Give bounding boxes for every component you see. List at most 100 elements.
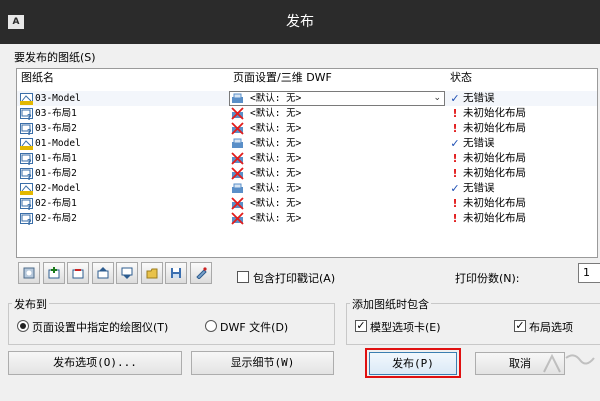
sheet-name: 01-Model	[35, 138, 81, 149]
sheet-row[interactable]: 01-Model <默认: 无> ✓ 无错误	[17, 136, 597, 151]
plot-stamp-settings-button[interactable]	[189, 262, 212, 284]
plotter-error-icon	[231, 212, 244, 225]
sheet-list[interactable]: 图纸名 页面设置/三维 DWF 状态 03-Model ⌄ <默认: 无> ✓ 无错误?…	[16, 68, 598, 258]
sheet-name: 03-布局2	[35, 123, 77, 134]
sheet-row[interactable]: ? 02-布局2 <默认: 无>! 未初始化布局	[17, 211, 597, 226]
layout-tab-checkbox[interactable]: ✓	[514, 320, 526, 332]
sheet-row[interactable]: ? 01-布局1 <默认: 无>! 未初始化布局	[17, 151, 597, 166]
sheet-name: 01-布局1	[35, 153, 77, 164]
check-icon: ✓	[450, 92, 460, 105]
layout-sheet-icon: ?	[20, 153, 33, 165]
check-icon: ✓	[450, 182, 460, 195]
sheet-row[interactable]: ? 02-布局1 <默认: 无>! 未初始化布局	[17, 196, 597, 211]
model-sheet-icon	[20, 93, 33, 105]
radio-plotter[interactable]	[17, 320, 29, 332]
plotter-ok-icon	[232, 183, 243, 193]
sheet-name: 02-布局1	[35, 198, 77, 209]
plotter-error-icon	[231, 167, 244, 180]
window-title: 发布	[286, 14, 314, 30]
layout-sheet-icon: ?	[20, 168, 33, 180]
error-icon: !	[452, 212, 458, 225]
include-stamp-checkbox[interactable]	[237, 271, 249, 283]
move-up-button[interactable]	[91, 262, 114, 284]
radio-dwf[interactable]	[205, 320, 217, 332]
title-bar[interactable]: A 发布	[0, 0, 600, 44]
layout-tab-label[interactable]: 布局选项	[529, 319, 573, 335]
plot-stamp-settings-icon	[195, 267, 207, 279]
include-when-adding-title: 添加图纸时包含	[350, 296, 431, 312]
error-icon: !	[452, 107, 458, 120]
include-stamp-label: 包含打印戳记(A)	[253, 272, 336, 285]
move-down-button[interactable]	[116, 262, 138, 284]
layout-sheet-icon: ?	[20, 108, 33, 120]
show-details-button[interactable]: 显示细节(W)	[191, 351, 334, 375]
watermark-logo-icon	[543, 353, 595, 373]
remove-sheets-button[interactable]	[67, 262, 89, 284]
chevron-down-icon[interactable]: ⌄	[433, 92, 441, 105]
svg-text:?: ?	[27, 218, 32, 225]
sheets-section-label: 要发布的图纸(S)	[14, 51, 96, 64]
sheet-name: 02-Model	[35, 183, 81, 194]
copies-label: 打印份数(N):	[455, 272, 520, 285]
sheet-status: 未初始化布局	[463, 212, 526, 224]
add-sheets-button[interactable]	[42, 262, 65, 284]
column-header-setup[interactable]: 页面设置/三维 DWF	[229, 69, 444, 87]
model-tab-label[interactable]: 模型选项卡(E)	[370, 319, 441, 335]
sheet-row[interactable]: 03-Model ⌄ <默认: 无> ✓ 无错误	[17, 91, 597, 106]
sheet-status: 无错误	[463, 92, 495, 104]
column-header-name[interactable]: 图纸名	[17, 69, 229, 87]
remove-sheets-icon	[72, 269, 84, 279]
error-icon: !	[452, 197, 458, 210]
load-list-button[interactable]	[140, 262, 163, 284]
sheet-status: 无错误	[463, 137, 495, 149]
sheet-name: 03-布局1	[35, 108, 77, 119]
sheet-status: 未初始化布局	[463, 107, 526, 119]
move-up-icon	[97, 267, 108, 279]
page-setup-value: <默认: 无>	[250, 183, 302, 194]
model-tab-checkbox[interactable]: ✓	[355, 320, 367, 332]
sheet-name: 01-布局2	[35, 168, 77, 179]
sheet-row[interactable]: ? 01-布局2 <默认: 无>! 未初始化布局	[17, 166, 597, 181]
sheet-name: 03-Model	[35, 93, 81, 104]
save-list-icon	[171, 268, 181, 278]
radio-dwf-label[interactable]: DWF 文件(D)	[220, 319, 288, 335]
preview-button[interactable]	[18, 262, 40, 284]
add-sheets-icon	[48, 267, 59, 279]
layout-sheet-icon: ?	[20, 198, 33, 210]
sheet-row[interactable]: ? 03-布局1 <默认: 无>! 未初始化布局	[17, 106, 597, 121]
plotter-error-icon	[231, 122, 244, 135]
page-setup-value: <默认: 无>	[250, 168, 302, 179]
preview-icon	[23, 267, 35, 279]
error-icon: !	[452, 152, 458, 165]
model-sheet-icon	[20, 138, 33, 150]
plotter-error-icon	[231, 107, 244, 120]
radio-selected-dot	[20, 323, 26, 329]
model-sheet-icon	[20, 183, 33, 195]
page-setup-value: <默认: 无>	[250, 153, 302, 164]
error-icon: !	[452, 122, 458, 135]
page-setup-value[interactable]: <默认: 无>	[250, 91, 301, 106]
sheet-row[interactable]: 02-Model <默认: 无> ✓ 无错误	[17, 181, 597, 196]
page-setup-value: <默认: 无>	[250, 123, 302, 134]
svg-text:?: ?	[27, 203, 32, 210]
copies-input[interactable]: 1	[578, 263, 600, 283]
save-list-button[interactable]	[165, 262, 187, 284]
plotter-error-icon	[231, 152, 244, 165]
publish-button-highlight	[365, 348, 461, 378]
svg-text:?: ?	[27, 128, 32, 135]
svg-text:?: ?	[27, 173, 32, 180]
column-header-status[interactable]: 状态	[446, 69, 596, 87]
page-setup-value: <默认: 无>	[250, 213, 302, 224]
move-down-icon	[121, 267, 133, 279]
plotter-error-icon	[231, 197, 244, 210]
page-setup-value: <默认: 无>	[250, 138, 302, 149]
layout-sheet-icon: ?	[20, 123, 33, 135]
layout-sheet-icon: ?	[20, 213, 33, 225]
svg-text:?: ?	[27, 158, 32, 165]
sheet-row[interactable]: ? 03-布局2 <默认: 无>! 未初始化布局	[17, 121, 597, 136]
load-list-icon	[146, 268, 157, 279]
error-icon: !	[452, 167, 458, 180]
radio-plotter-label[interactable]: 页面设置中指定的绘图仪(T)	[32, 319, 168, 335]
publish-options-button[interactable]: 发布选项(O)...	[8, 351, 182, 375]
sheet-status: 未初始化布局	[463, 197, 526, 209]
